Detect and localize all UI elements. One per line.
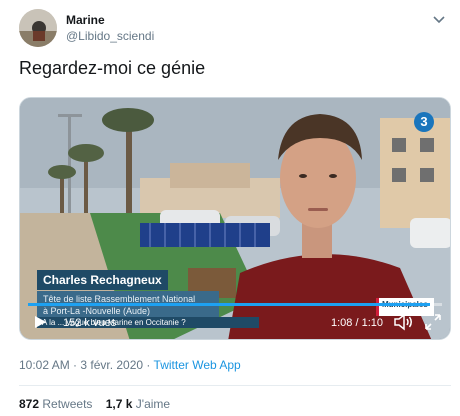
tweet-timestamp[interactable]: 10:02 AM · 3 févr. 2020 (19, 358, 143, 372)
video-controls: 152 k vues 1:08 / 1:10 (20, 308, 450, 338)
tweet-text: Regardez-moi ce génie (19, 58, 206, 78)
avatar[interactable] (19, 9, 57, 47)
retweets-stat[interactable]: 872 Retweets (19, 397, 92, 411)
video-player[interactable]: 3 Charles Rechagneux Tête de liste Rasse… (19, 97, 451, 340)
volume-icon[interactable] (393, 313, 415, 331)
fullscreen-icon[interactable] (424, 313, 442, 331)
likes-label: J'aime (135, 397, 171, 411)
user-handle[interactable]: @Libido_sciendi (66, 29, 154, 43)
tweet-card: Marine @Libido_sciendi Regardez-moi ce g… (0, 0, 460, 416)
tweet-meta: 10:02 AM · 3 févr. 2020 · Twitter Web Ap… (19, 358, 241, 372)
time-current: 1:08 (331, 317, 353, 329)
play-icon[interactable] (32, 314, 48, 330)
tweet-source[interactable]: Twitter Web App (154, 358, 241, 372)
divider (19, 385, 451, 386)
meta-separator: · (143, 358, 154, 372)
retweets-label: Retweets (42, 397, 93, 411)
caret-down-icon[interactable] (432, 12, 446, 26)
video-progress-fill (28, 303, 430, 306)
video-progress-bar[interactable] (28, 303, 442, 306)
view-count: 152 k vues (63, 317, 117, 329)
video-time: 1:08 / 1:10 (331, 317, 383, 329)
tweet-stats: 872 Retweets 1,7 k J'aime (19, 397, 170, 411)
likes-count: 1,7 k (105, 397, 133, 411)
lower-third-name: Charles Rechagneux (37, 270, 168, 290)
likes-stat[interactable]: 1,7 k J'aime (106, 397, 170, 411)
channel-logo: 3 (414, 112, 434, 132)
retweets-count: 872 (19, 397, 40, 411)
display-name[interactable]: Marine (66, 13, 105, 27)
time-separator: / (352, 317, 362, 329)
time-total: 1:10 (361, 317, 384, 329)
avatar-image (19, 9, 57, 47)
